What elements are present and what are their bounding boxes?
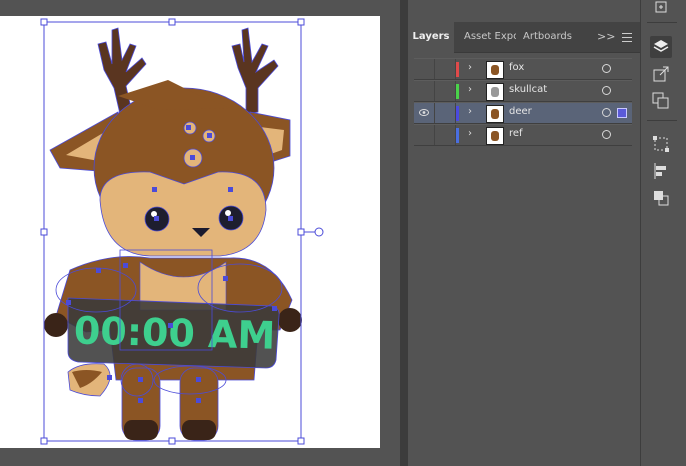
selection-indicator[interactable]: [617, 108, 627, 118]
layers-icon[interactable]: [650, 36, 672, 58]
visibility-toggle[interactable]: [414, 103, 435, 123]
layer-row-skullcat[interactable]: › skullcat: [414, 80, 632, 102]
lock-toggle[interactable]: [435, 125, 456, 145]
lock-toggle[interactable]: [435, 103, 456, 123]
layer-color-bar: [456, 62, 459, 77]
target-circle-icon[interactable]: [602, 86, 611, 95]
lock-toggle[interactable]: [435, 59, 456, 79]
expand-chevron-icon[interactable]: ›: [468, 84, 472, 95]
eye-icon: [419, 109, 429, 116]
align-icon[interactable]: [650, 160, 672, 182]
lock-toggle[interactable]: [435, 81, 456, 101]
transform-icon[interactable]: [650, 133, 672, 155]
layer-thumbnail: [486, 127, 504, 145]
more-tabs-button[interactable]: >>: [597, 22, 615, 52]
layer-color-bar: [456, 84, 459, 99]
tab-layers[interactable]: Layers: [408, 22, 454, 53]
export-icon[interactable]: [650, 0, 672, 18]
visibility-toggle[interactable]: [414, 81, 435, 101]
external-link-icon[interactable]: [650, 63, 672, 85]
layer-name[interactable]: skullcat: [509, 84, 547, 95]
tab-artboards[interactable]: Artboards: [523, 22, 583, 52]
target-circle-icon[interactable]: [602, 64, 611, 73]
panel-divider[interactable]: [400, 0, 408, 466]
layer-name[interactable]: ref: [509, 128, 523, 139]
layer-row-deer[interactable]: › deer: [414, 102, 632, 124]
layers-list: › fox › skullcat › deer › ref: [414, 58, 632, 146]
visibility-toggle[interactable]: [414, 125, 435, 145]
visibility-toggle[interactable]: [414, 59, 435, 79]
layer-thumbnail: [486, 83, 504, 101]
expand-chevron-icon[interactable]: ›: [468, 106, 472, 117]
layer-name[interactable]: deer: [509, 106, 532, 117]
layer-color-bar: [456, 106, 459, 121]
panel-menu-icon[interactable]: [622, 32, 632, 42]
target-circle-icon[interactable]: [602, 130, 611, 139]
canvas-area[interactable]: 00:00 AM: [0, 0, 400, 466]
target-circle-icon[interactable]: [602, 108, 611, 117]
right-toolbar: [640, 0, 686, 466]
layer-thumbnail: [486, 61, 504, 79]
pathfinder-icon[interactable]: [650, 187, 672, 209]
layer-thumbnail: [486, 105, 504, 123]
rotate-handle[interactable]: [314, 227, 324, 237]
layer-row-ref[interactable]: › ref: [414, 124, 632, 146]
tab-asset-export[interactable]: Asset Expo: [464, 22, 516, 52]
layer-name[interactable]: fox: [509, 62, 524, 73]
layer-color-bar: [456, 128, 459, 143]
layer-row-fox[interactable]: › fox: [414, 58, 632, 80]
panel-tabs: Layers Asset Expo Artboards >>: [408, 22, 640, 53]
layers-panel: Layers Asset Expo Artboards >> › fox › skul…: [408, 22, 640, 466]
duplicate-icon[interactable]: [650, 90, 672, 112]
expand-chevron-icon[interactable]: ›: [468, 62, 472, 73]
deer-artwork[interactable]: 00:00 AM: [0, 0, 400, 466]
expand-chevron-icon[interactable]: ›: [468, 128, 472, 139]
